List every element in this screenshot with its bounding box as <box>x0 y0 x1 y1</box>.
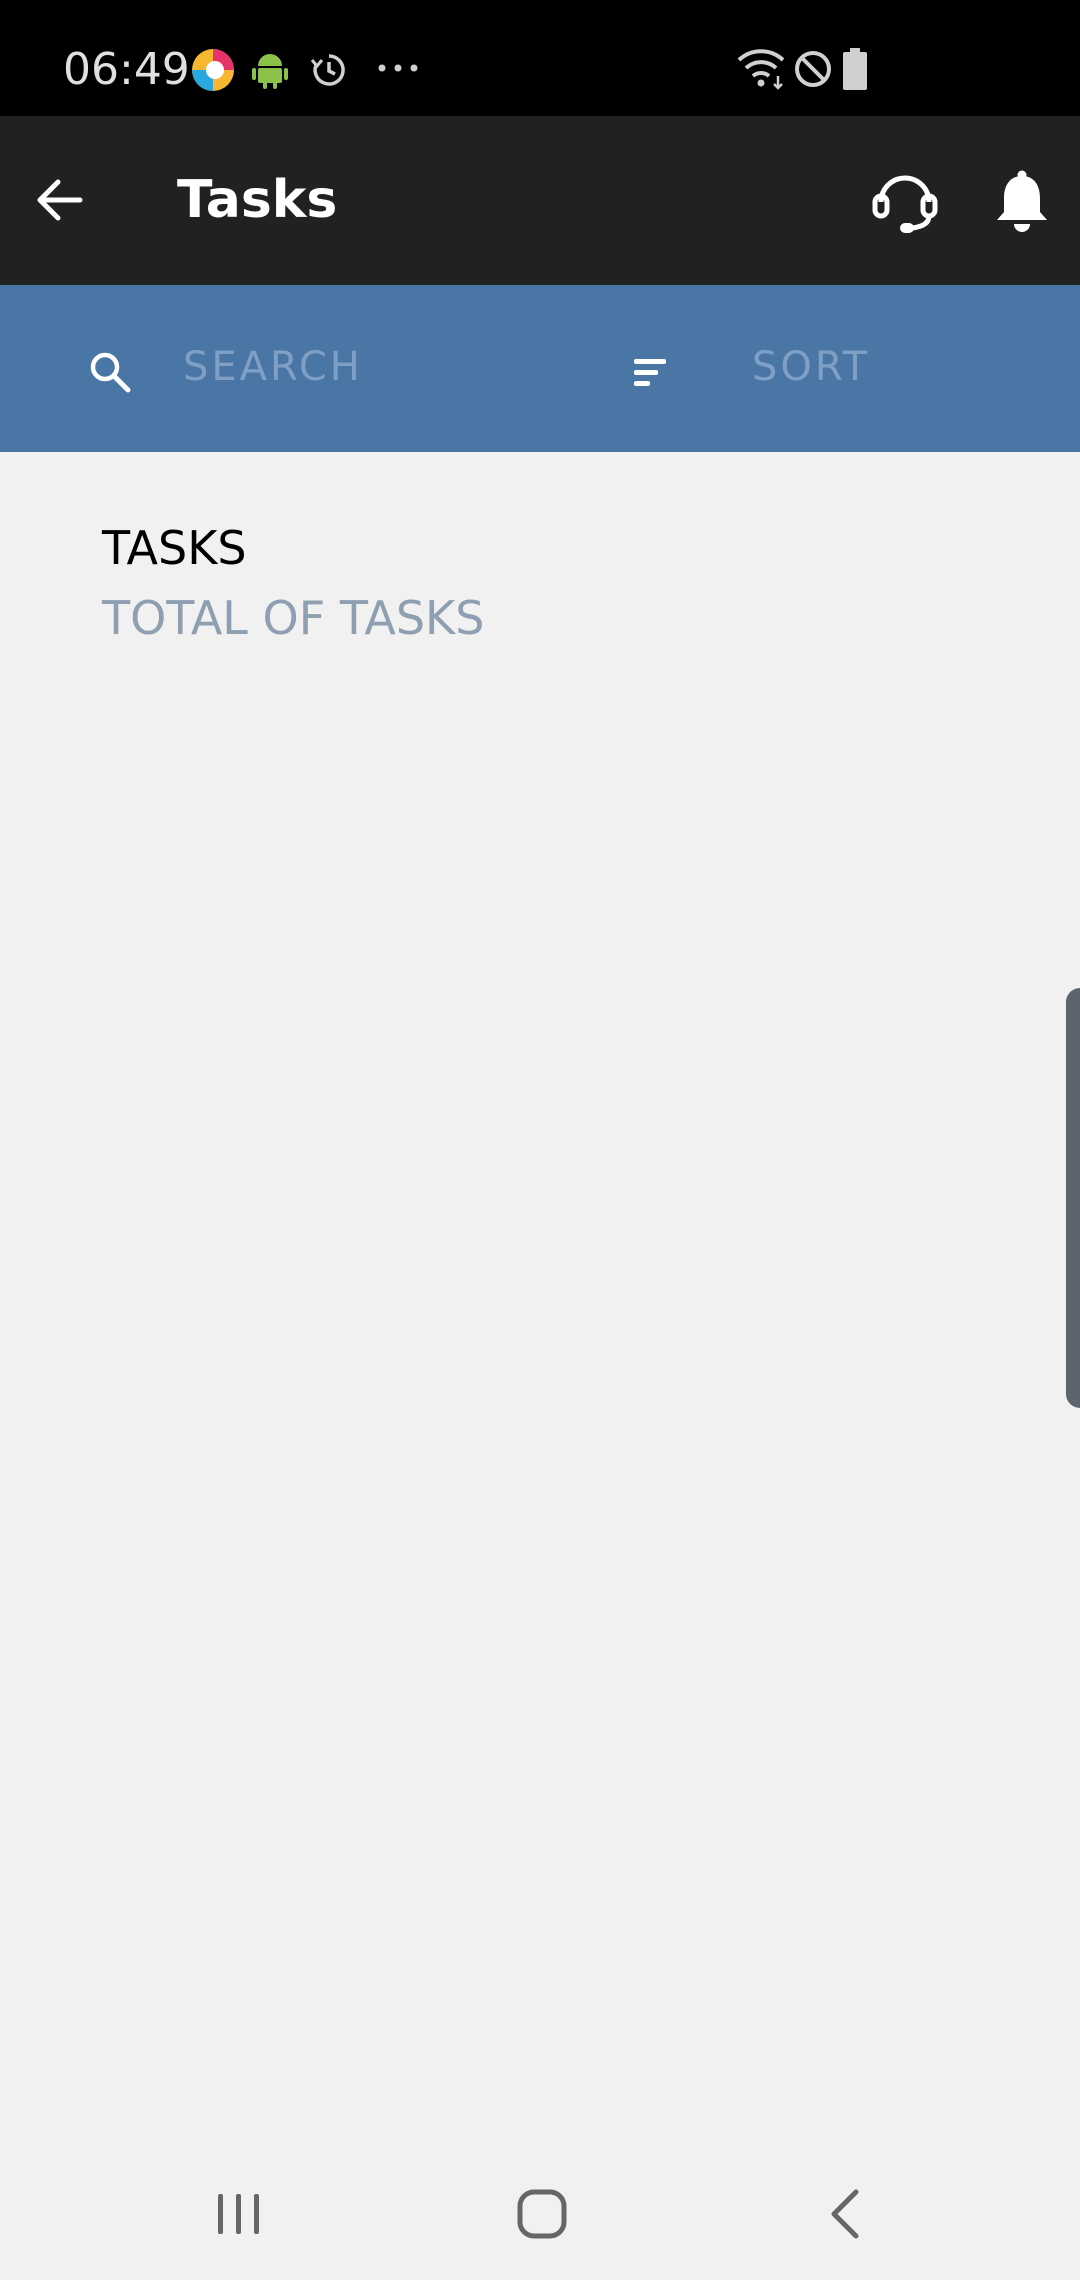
home-icon[interactable] <box>516 2188 568 2240</box>
sort-icon[interactable] <box>632 355 672 391</box>
page-title: Tasks <box>177 170 338 230</box>
wifi-icon <box>737 49 785 90</box>
status-bar: 06:49 <box>0 0 1080 116</box>
search-icon[interactable] <box>88 350 132 394</box>
back-chevron-icon[interactable] <box>826 2188 866 2240</box>
recents-icon[interactable] <box>214 2190 264 2238</box>
status-time: 06:49 <box>63 44 190 95</box>
bell-icon[interactable] <box>992 168 1052 234</box>
headset-icon[interactable] <box>870 166 940 236</box>
do-not-disturb-icon <box>795 51 831 87</box>
battery-icon <box>843 48 867 90</box>
more-dots-icon <box>378 64 418 72</box>
sync-icon <box>310 54 345 86</box>
search-input[interactable]: SEARCH <box>183 341 363 393</box>
android-icon <box>252 54 288 89</box>
tasks-screen: 06:49 Tasks SEARCH SORT TASKS TOTAL OF T… <box>0 0 1080 2280</box>
section-subtitle: TOTAL OF TASKS <box>102 591 485 645</box>
edge-panel-handle[interactable] <box>1066 988 1080 1408</box>
color-app-icon <box>192 49 234 91</box>
arrow-back-icon[interactable] <box>28 168 92 232</box>
section-title: TASKS <box>102 521 247 575</box>
navigation-bar <box>0 2140 1080 2280</box>
app-bar: Tasks <box>0 116 1080 285</box>
sort-button[interactable]: SORT <box>752 341 870 393</box>
search-sort-bar: SEARCH SORT <box>0 285 1080 452</box>
